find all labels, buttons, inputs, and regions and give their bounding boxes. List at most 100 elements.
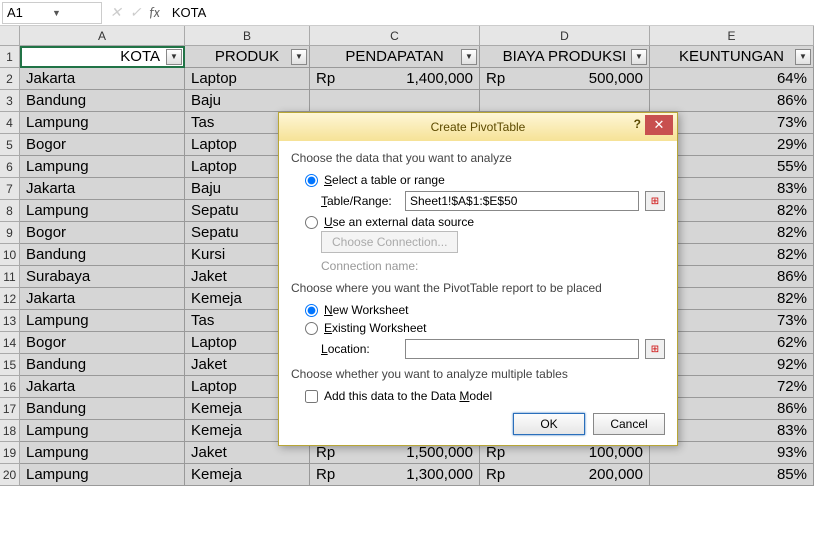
row-head-5[interactable]: 5 xyxy=(0,134,20,156)
label-new-ws: New Worksheet xyxy=(324,303,408,317)
row-head-15[interactable]: 15 xyxy=(0,354,20,376)
filter-icon[interactable]: ▼ xyxy=(461,49,477,65)
cell[interactable]: Lampung xyxy=(20,310,185,332)
cell[interactable]: Rp200,000 xyxy=(480,464,650,486)
select-all-corner[interactable] xyxy=(0,26,20,46)
section-placement: Choose where you want the PivotTable rep… xyxy=(291,281,665,295)
range-select-icon-2[interactable]: ⊞ xyxy=(645,339,665,359)
row-head-9[interactable]: 9 xyxy=(0,222,20,244)
input-table-range[interactable] xyxy=(405,191,639,211)
cell[interactable]: Jakarta xyxy=(20,178,185,200)
formula-value[interactable]: KOTA xyxy=(168,5,206,20)
input-location[interactable] xyxy=(405,339,639,359)
row-head-19[interactable]: 19 xyxy=(0,442,20,464)
row-head-16[interactable]: 16 xyxy=(0,376,20,398)
cell[interactable]: Lampung xyxy=(20,200,185,222)
option-existing-ws[interactable]: Existing Worksheet xyxy=(291,319,665,337)
option-new-ws[interactable]: New Worksheet xyxy=(291,301,665,319)
header-C[interactable]: PENDAPATAN▼ xyxy=(310,46,480,68)
cell[interactable]: Baju xyxy=(185,90,310,112)
cell[interactable]: Jakarta xyxy=(20,288,185,310)
cell[interactable] xyxy=(480,90,650,112)
row-head-3[interactable]: 3 xyxy=(0,90,20,112)
dialog-buttons: OK Cancel xyxy=(291,405,665,435)
cell[interactable]: Bandung xyxy=(20,244,185,266)
option-external[interactable]: Use an external data source xyxy=(291,213,665,231)
fx-icon[interactable]: fx xyxy=(149,4,159,21)
range-select-icon[interactable]: ⊞ xyxy=(645,191,665,211)
cell[interactable]: Lampung xyxy=(20,442,185,464)
cell[interactable]: Bandung xyxy=(20,398,185,420)
name-box[interactable]: A1 ▼ xyxy=(2,2,102,24)
cell[interactable]: Lampung xyxy=(20,112,185,134)
col-head-A[interactable]: A xyxy=(20,26,185,46)
cell[interactable]: Jakarta xyxy=(20,376,185,398)
cell[interactable]: Rp500,000 xyxy=(480,68,650,90)
cell[interactable]: Bandung xyxy=(20,90,185,112)
cell[interactable]: Surabaya xyxy=(20,266,185,288)
option-select-range[interactable]: Select a table or range xyxy=(291,171,665,189)
cell[interactable]: Lampung xyxy=(20,156,185,178)
row-head-1[interactable]: 1 xyxy=(0,46,20,68)
checkbox-data-model[interactable] xyxy=(305,390,318,403)
cell[interactable]: Bandung xyxy=(20,354,185,376)
choose-connection-button: Choose Connection... xyxy=(321,231,458,253)
header-B[interactable]: PRODUK▼ xyxy=(185,46,310,68)
filter-icon[interactable]: ▼ xyxy=(291,49,307,65)
help-icon[interactable]: ? xyxy=(634,117,641,131)
cell[interactable]: Rp1,300,000 xyxy=(310,464,480,486)
cell[interactable]: Rp1,400,000 xyxy=(310,68,480,90)
cell[interactable]: Kemeja xyxy=(185,464,310,486)
cancel-icon: ✕ xyxy=(110,4,122,21)
header-D[interactable]: BIAYA PRODUKSI▼ xyxy=(480,46,650,68)
row-head-18[interactable]: 18 xyxy=(0,420,20,442)
row-head-10[interactable]: 10 xyxy=(0,244,20,266)
cell[interactable]: Bogor xyxy=(20,332,185,354)
ok-button[interactable]: OK xyxy=(513,413,585,435)
row-head-20[interactable]: 20 xyxy=(0,464,20,486)
cell[interactable]: Bogor xyxy=(20,134,185,156)
col-head-E[interactable]: E xyxy=(650,26,814,46)
cell[interactable]: 64% xyxy=(650,68,814,90)
filter-icon[interactable]: ▼ xyxy=(631,49,647,65)
row-head-17[interactable]: 17 xyxy=(0,398,20,420)
header-E[interactable]: KEUNTUNGAN ▼ xyxy=(650,46,814,68)
option-data-model[interactable]: Add this data to the Data Model xyxy=(291,387,665,405)
col-head-C[interactable]: C xyxy=(310,26,480,46)
row-head-4[interactable]: 4 xyxy=(0,112,20,134)
cell[interactable] xyxy=(310,90,480,112)
cell[interactable]: Lampung xyxy=(20,464,185,486)
row-head-2[interactable]: 2 xyxy=(0,68,20,90)
close-icon[interactable]: ✕ xyxy=(645,115,673,135)
col-head-D[interactable]: D xyxy=(480,26,650,46)
radio-new-ws[interactable] xyxy=(305,304,318,317)
cell[interactable]: Laptop xyxy=(185,68,310,90)
header-label: KEUNTUNGAN xyxy=(679,48,784,65)
cell[interactable]: Bogor xyxy=(20,222,185,244)
currency: Rp xyxy=(486,70,505,87)
header-A[interactable]: KOTA▼ xyxy=(20,46,185,68)
dialog-titlebar[interactable]: Create PivotTable ? ✕ xyxy=(279,113,677,141)
cell[interactable]: Jakarta xyxy=(20,68,185,90)
row-head-6[interactable]: 6 xyxy=(0,156,20,178)
row-head-14[interactable]: 14 xyxy=(0,332,20,354)
row-head-11[interactable]: 11 xyxy=(0,266,20,288)
cell[interactable]: Lampung xyxy=(20,420,185,442)
row-head-13[interactable]: 13 xyxy=(0,310,20,332)
row-head-7[interactable]: 7 xyxy=(0,178,20,200)
radio-select-range[interactable] xyxy=(305,174,318,187)
name-box-value: A1 xyxy=(7,5,52,20)
cancel-button[interactable]: Cancel xyxy=(593,413,665,435)
filter-icon[interactable]: ▼ xyxy=(166,49,182,65)
radio-existing-ws[interactable] xyxy=(305,322,318,335)
col-head-B[interactable]: B xyxy=(185,26,310,46)
cell[interactable]: 86% xyxy=(650,90,814,112)
row-head-12[interactable]: 12 xyxy=(0,288,20,310)
cell[interactable]: 85% xyxy=(650,464,814,486)
row-head-8[interactable]: 8 xyxy=(0,200,20,222)
radio-external[interactable] xyxy=(305,216,318,229)
dialog-body: Choose the data that you want to analyze… xyxy=(279,141,677,445)
formula-bar: A1 ▼ ✕ ✓ fx KOTA xyxy=(0,0,814,26)
dropdown-icon[interactable]: ▼ xyxy=(52,8,97,18)
filter-icon[interactable]: ▼ xyxy=(795,49,811,65)
